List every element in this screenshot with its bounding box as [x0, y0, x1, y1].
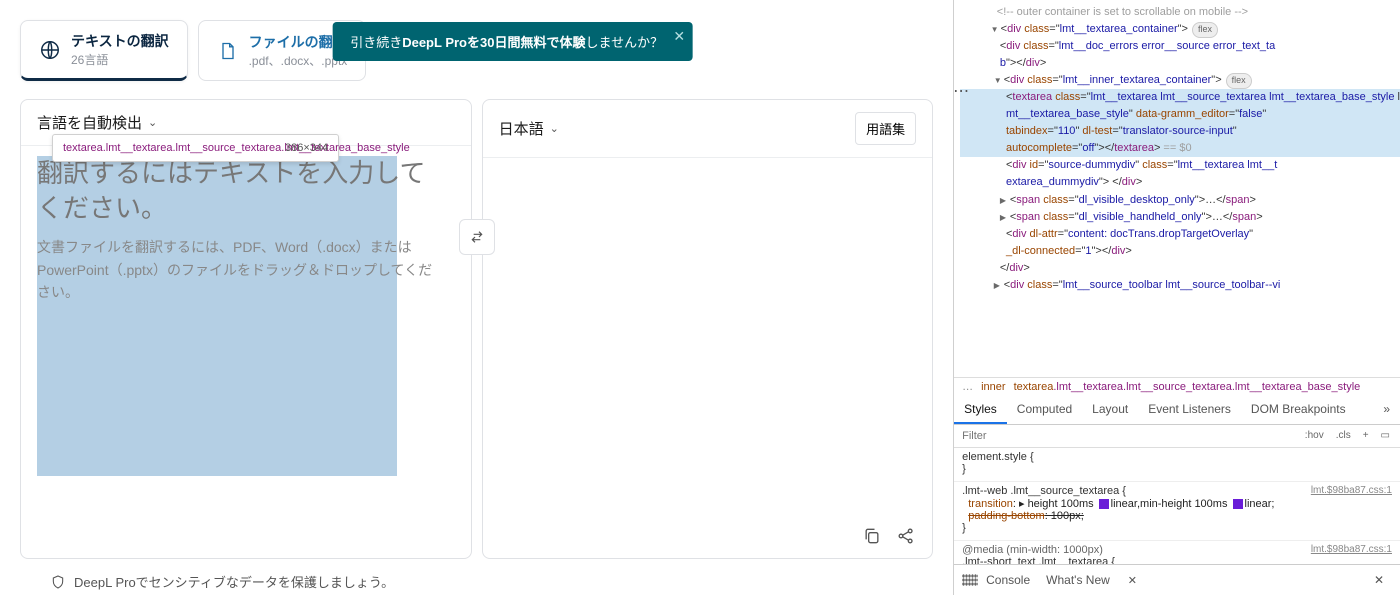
swap-languages-button[interactable]: [459, 219, 495, 255]
close-icon[interactable]: ✕: [673, 28, 685, 45]
element-inspect-tooltip: textarea.lmt__textarea.lmt__source_texta…: [52, 134, 339, 162]
drawer-console[interactable]: Console: [978, 569, 1038, 591]
inspect-dimensions: 386×344: [285, 142, 328, 154]
target-panel: 日本語 ⌄ 用語集: [482, 99, 934, 559]
shield-icon: [50, 574, 66, 590]
cls-toggle[interactable]: .cls: [1332, 428, 1355, 443]
dom-breadcrumb[interactable]: … inner textarea.lmt__textarea.lmt__sour…: [954, 377, 1400, 396]
kebab-icon[interactable]: [962, 574, 978, 586]
tab-dom-breakpoints[interactable]: DOM Breakpoints: [1241, 396, 1356, 424]
inspect-selector: textarea.lmt__textarea.lmt__source_texta…: [63, 141, 273, 155]
pro-trial-banner[interactable]: 引き続きDeepL Proを30日間無料で体験しませんか？ ✕: [332, 22, 693, 61]
more-tabs-icon[interactable]: »: [1373, 396, 1400, 424]
source-language-label: 言語を自動検出: [37, 112, 142, 133]
source-panel: 言語を自動検出 ⌄ 翻訳するにはテキストを入力してください。 文書ファイルを翻訳…: [20, 99, 472, 559]
target-language-select[interactable]: 日本語 ⌄: [499, 118, 559, 139]
tab-text-sub: 26言語: [71, 51, 169, 68]
document-icon: [217, 40, 239, 62]
chevron-down-icon: ⌄: [550, 122, 559, 135]
hov-toggle[interactable]: :hov: [1301, 428, 1328, 443]
computed-sidebar-toggle[interactable]: ▭: [1377, 428, 1394, 443]
secure-data-notice[interactable]: DeepL Proでセンシティブなデータを保護しましょう。: [50, 572, 394, 591]
styles-tabbar: Styles Computed Layout Event Listeners D…: [954, 396, 1400, 425]
drawer-whatsnew[interactable]: What's New: [1038, 569, 1118, 591]
css-rules[interactable]: element.style {}lmt.$98ba87.css:1.lmt--w…: [954, 448, 1400, 565]
tab-text-translate[interactable]: テキストの翻訳 26言語: [20, 20, 188, 81]
tab-layout[interactable]: Layout: [1082, 396, 1138, 424]
copy-icon[interactable]: [862, 526, 884, 548]
deepl-app: テキストの翻訳 26言語 ファイルの翻訳 .pdf、.docx、.pptx 引き…: [0, 0, 953, 595]
source-input[interactable]: [37, 156, 397, 476]
new-style-button[interactable]: +: [1359, 428, 1373, 443]
close-icon[interactable]: ✕: [1366, 569, 1392, 591]
source-language-select[interactable]: 言語を自動検出 ⌄: [37, 112, 157, 133]
tab-styles[interactable]: Styles: [954, 396, 1007, 424]
chevron-down-icon: ⌄: [148, 116, 157, 129]
close-icon[interactable]: ✕: [1120, 570, 1145, 591]
globe-icon: [39, 39, 61, 61]
target-language-label: 日本語: [499, 118, 544, 139]
share-icon[interactable]: [896, 526, 918, 548]
dom-tree[interactable]: ⋯ <!-- outer container is set to scrolla…: [954, 0, 1400, 377]
styles-filter-input[interactable]: [954, 425, 1301, 447]
styles-filter-row: :hov .cls + ▭: [954, 425, 1400, 448]
tab-computed[interactable]: Computed: [1007, 396, 1082, 424]
translator-panels: 言語を自動検出 ⌄ 翻訳するにはテキストを入力してください。 文書ファイルを翻訳…: [20, 99, 933, 559]
devtools-panel: ⋯ <!-- outer container is set to scrolla…: [953, 0, 1400, 595]
glossary-button[interactable]: 用語集: [855, 112, 916, 145]
tab-text-title: テキストの翻訳: [71, 31, 169, 51]
overflow-dots: ⋯: [954, 80, 967, 105]
banner-text: 引き続きDeepL Proを30日間無料で体験しませんか？: [350, 32, 663, 51]
tab-event-listeners[interactable]: Event Listeners: [1138, 396, 1241, 424]
drawer-tabs: Console What's New ✕ ✕: [954, 564, 1400, 595]
